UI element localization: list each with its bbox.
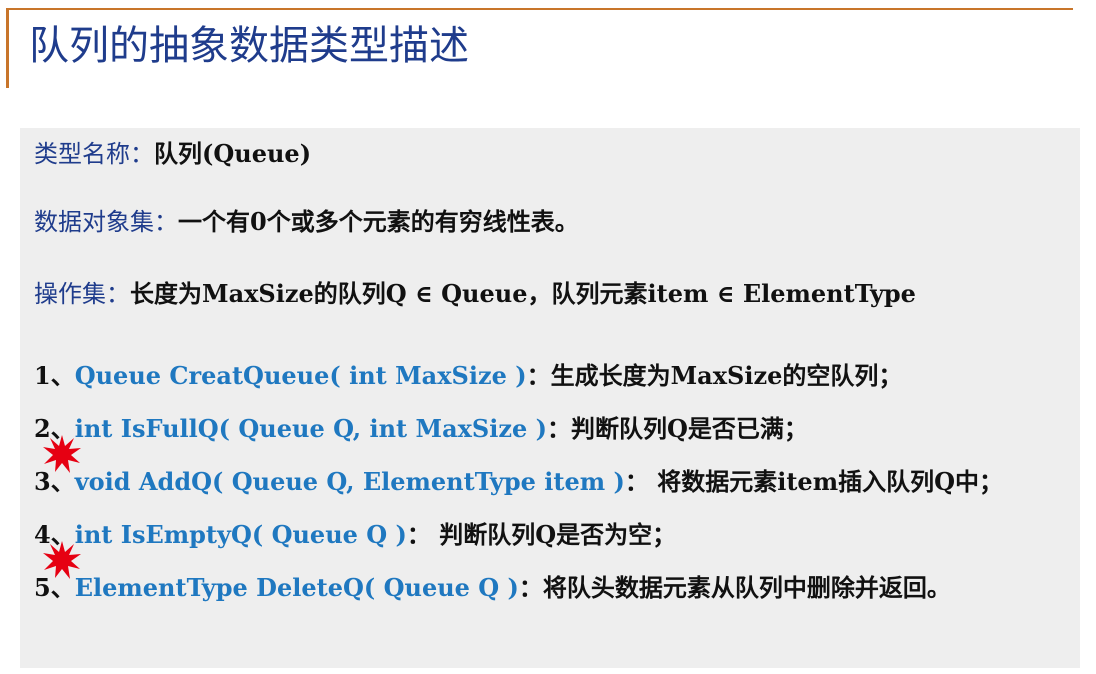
data-objects-label: 数据对象集： xyxy=(34,208,178,236)
operations-label: 操作集： xyxy=(34,280,130,308)
op-item-3: 3、void AddQ( Queue Q, ElementType item )… xyxy=(34,466,1003,498)
type-name-value: 队列(Queue) xyxy=(154,139,312,168)
op-item-2: 2、int IsFullQ( Queue Q, int MaxSize )：判断… xyxy=(34,413,808,445)
content-panel: 类型名称：队列(Queue) 数据对象集：一个有0个或多个元素的有穷线性表。 操… xyxy=(20,128,1080,668)
op-signature: int IsFullQ( Queue Q, int MaxSize ) xyxy=(74,414,547,443)
op-item-1: 1、Queue CreatQueue( int MaxSize )：生成长度为M… xyxy=(34,360,902,392)
operations-line: 操作集：长度为MaxSize的队列Q ∈ Queue，队列元素item ∈ El… xyxy=(34,278,916,310)
type-name-line: 类型名称：队列(Queue) xyxy=(34,138,311,170)
page-title: 队列的抽象数据类型描述 xyxy=(29,23,469,69)
op-signature: Queue CreatQueue( int MaxSize ) xyxy=(74,361,527,390)
op-description: ： 将数据元素item插入队列Q中； xyxy=(624,467,1004,496)
starburst-icon xyxy=(43,435,81,473)
data-objects-value: 一个有0个或多个元素的有穷线性表。 xyxy=(178,207,579,236)
op-item-4: 4、int IsEmptyQ( Queue Q )： 判断队列Q是否为空； xyxy=(34,519,676,551)
type-name-label: 类型名称： xyxy=(34,140,154,168)
op-signature: void AddQ( Queue Q, ElementType item ) xyxy=(74,467,625,496)
op-signature: int IsEmptyQ( Queue Q ) xyxy=(74,520,407,549)
operations-value: 长度为MaxSize的队列Q ∈ Queue，队列元素item ∈ Elemen… xyxy=(130,279,916,308)
op-description: ：将队头数据元素从队列中删除并返回。 xyxy=(518,573,951,602)
op-item-5: 5、ElementType DeleteQ( Queue Q )：将队头数据元素… xyxy=(34,572,951,604)
op-description: ：生成长度为MaxSize的空队列； xyxy=(526,361,903,390)
op-signature: ElementType DeleteQ( Queue Q ) xyxy=(74,573,519,602)
data-objects-line: 数据对象集：一个有0个或多个元素的有穷线性表。 xyxy=(34,206,579,238)
op-description: ：判断队列Q是否已满； xyxy=(546,414,808,443)
starburst-icon xyxy=(43,541,81,579)
op-number: 1、 xyxy=(34,361,75,390)
title-bar: 队列的抽象数据类型描述 xyxy=(6,8,1073,88)
op-description: ： 判断队列Q是否为空； xyxy=(406,520,677,549)
